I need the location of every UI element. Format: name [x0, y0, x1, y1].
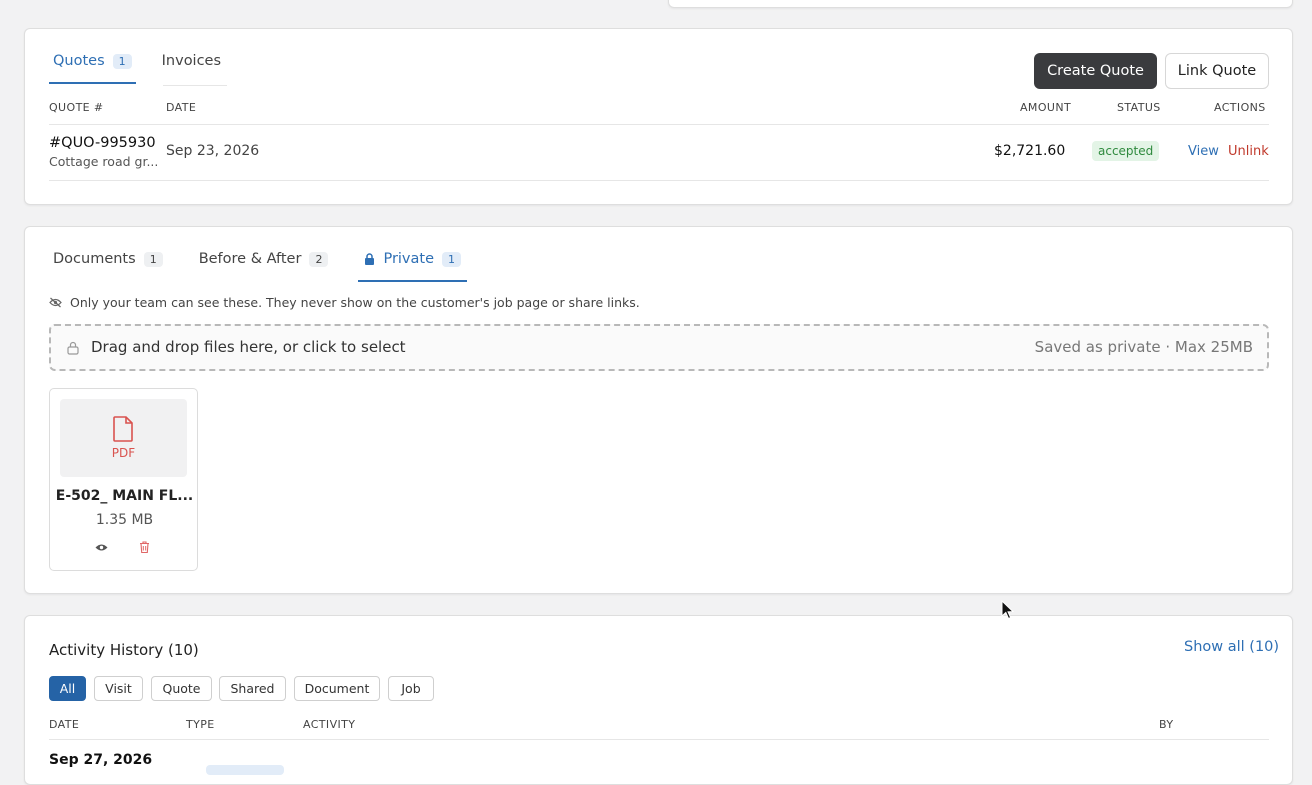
private-notice: Only your team can see these. They never… [49, 295, 640, 310]
filter-all[interactable]: All [49, 676, 86, 701]
dropzone-hint: Saved as private · Max 25MB [1034, 338, 1253, 356]
tab-quotes-label: Quotes [53, 53, 105, 69]
trash-icon[interactable] [139, 541, 150, 553]
file-thumbnail[interactable]: PDF [60, 399, 187, 477]
quote-amount: $2,721.60 [994, 143, 1066, 159]
file-type-label: PDF [111, 446, 136, 460]
col-date: DATE [166, 101, 197, 114]
col-activity-date: DATE [49, 718, 80, 731]
file-size: 1.35 MB [95, 512, 154, 528]
tab-invoices-label: Invoices [161, 53, 222, 69]
quote-date: Sep 23, 2026 [166, 143, 260, 159]
col-status: STATUS [1117, 101, 1161, 114]
link-quote-button[interactable]: Link Quote [1165, 53, 1269, 89]
file-pdf-icon [112, 416, 134, 442]
dropzone-text: Drag and drop files here, or click to se… [91, 338, 406, 356]
status-badge: accepted [1092, 141, 1160, 161]
quote-subtitle: Cottage road gr... [49, 154, 159, 169]
col-amount: AMOUNT [1020, 101, 1072, 114]
tab-invoices[interactable]: Invoices [158, 53, 222, 84]
table-row-divider [49, 180, 1269, 181]
tab-private-label: Private [383, 251, 435, 267]
filter-visit[interactable]: Visit [94, 676, 143, 701]
tab-documents-count: 1 [143, 251, 163, 267]
activity-header-divider [49, 739, 1269, 740]
col-activity-type: TYPE [186, 718, 215, 731]
quotes-card: Quotes 1 Invoices Create Quote Link Quot… [24, 28, 1293, 205]
unlink-quote-link[interactable]: Unlink [1228, 144, 1269, 159]
file-name: E-502_ MAIN FL... [55, 488, 194, 504]
private-notice-text: Only your team can see these. They never… [70, 295, 640, 310]
col-quote-number: QUOTE # [49, 101, 104, 114]
tab-before-after-count: 2 [309, 251, 329, 267]
eye-off-icon [49, 297, 62, 308]
top-card-partial [668, 0, 1293, 8]
activity-card: Activity History (10) Show all (10) All … [24, 615, 1293, 785]
tab-documents[interactable]: Documents 1 [49, 251, 167, 282]
filter-shared[interactable]: Shared [219, 676, 286, 701]
tab-quotes-count: 1 [112, 53, 132, 69]
create-quote-button[interactable]: Create Quote [1034, 53, 1157, 89]
tab-private-count: 1 [442, 251, 462, 267]
view-quote-link[interactable]: View [1188, 144, 1219, 159]
tab-documents-label: Documents [53, 251, 136, 267]
files-card: Documents 1 Before & After 2 Private 1 O… [24, 226, 1293, 594]
lock-outline-icon [67, 341, 79, 355]
tabs-underline [163, 85, 227, 86]
file-card[interactable]: PDF E-502_ MAIN FL... 1.35 MB [49, 388, 198, 571]
lock-icon [364, 253, 375, 265]
tab-before-after[interactable]: Before & After 2 [195, 251, 333, 282]
quote-number[interactable]: #QUO-995930 [49, 135, 156, 151]
filter-document[interactable]: Document [294, 676, 380, 701]
col-activity-by: BY [1159, 718, 1174, 731]
activity-date: Sep 27, 2026 [49, 752, 153, 768]
eye-icon[interactable] [95, 543, 108, 552]
filter-job[interactable]: Job [388, 676, 434, 701]
files-tabs: Documents 1 Before & After 2 Private 1 [49, 251, 489, 282]
table-header-divider [49, 124, 1269, 125]
file-dropzone[interactable]: Drag and drop files here, or click to se… [49, 324, 1269, 371]
filter-quote[interactable]: Quote [151, 676, 212, 701]
activity-type-badge [206, 765, 284, 775]
tab-private[interactable]: Private 1 [358, 251, 468, 282]
activity-title: Activity History (10) [49, 641, 199, 659]
quotes-tabs: Quotes 1 Invoices [49, 53, 222, 84]
col-actions: ACTIONS [1214, 101, 1266, 114]
col-activity-activity: ACTIVITY [303, 718, 356, 731]
tab-before-after-label: Before & After [198, 251, 302, 267]
show-all-link[interactable]: Show all (10) [1184, 639, 1279, 655]
mouse-cursor-icon [1001, 599, 1015, 624]
tab-quotes[interactable]: Quotes 1 [49, 53, 136, 84]
